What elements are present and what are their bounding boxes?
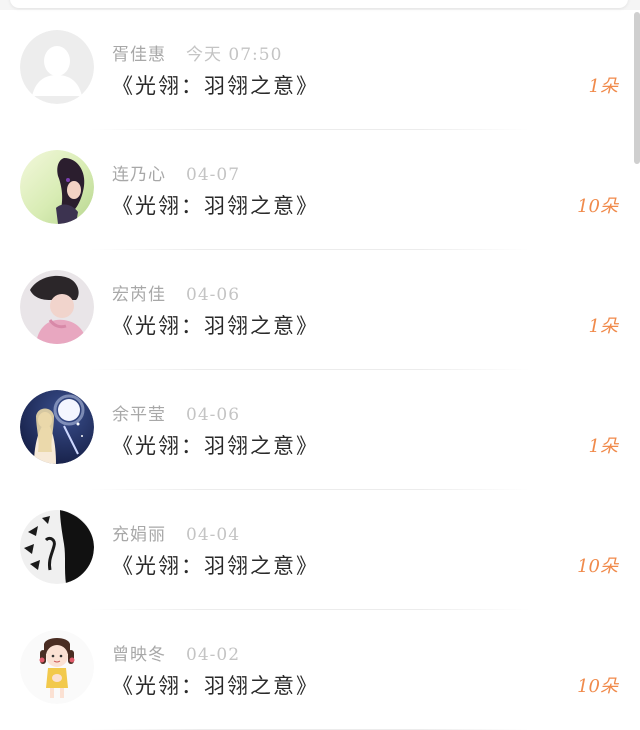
black-white-art-avatar-icon[interactable] bbox=[20, 510, 94, 584]
list-item[interactable]: 连乃心 04-07 《光翎：羽翎之意》 10朵 bbox=[0, 130, 640, 250]
sender-meta: 曾映冬 04-02 bbox=[112, 640, 240, 665]
sender-meta: 余平莹 04-06 bbox=[112, 400, 240, 425]
sender-name: 宏芮佳 bbox=[112, 285, 166, 305]
flower-count: 10朵 bbox=[577, 676, 618, 697]
flower-count: 1朵 bbox=[588, 76, 618, 97]
default-user-avatar-icon[interactable] bbox=[20, 30, 94, 104]
work-title[interactable]: 《光翎：羽翎之意》 bbox=[112, 70, 319, 100]
cartoon-girl-avatar-icon[interactable] bbox=[20, 630, 94, 704]
list-item[interactable]: 充娟丽 04-04 《光翎：羽翎之意》 10朵 bbox=[0, 490, 640, 610]
sender-name: 曾映冬 bbox=[112, 645, 166, 665]
sent-time: 04-04 bbox=[186, 525, 241, 545]
sender-meta: 胥佳惠 今天 07:50 bbox=[112, 40, 282, 65]
work-title[interactable]: 《光翎：羽翎之意》 bbox=[112, 550, 319, 580]
sender-name: 充娟丽 bbox=[112, 525, 166, 545]
work-title[interactable]: 《光翎：羽翎之意》 bbox=[112, 430, 319, 460]
sender-name: 余平莹 bbox=[112, 405, 166, 425]
sent-time: 04-06 bbox=[186, 285, 241, 305]
list-item[interactable]: 余平莹 04-06 《光翎：羽翎之意》 1朵 bbox=[0, 370, 640, 490]
sender-name: 连乃心 bbox=[112, 165, 166, 185]
sent-time: 04-06 bbox=[186, 405, 241, 425]
flower-count: 10朵 bbox=[577, 556, 618, 577]
sender-meta: 连乃心 04-07 bbox=[112, 160, 240, 185]
list-item[interactable]: 胥佳惠 今天 07:50 《光翎：羽翎之意》 1朵 bbox=[0, 10, 640, 130]
work-title[interactable]: 《光翎：羽翎之意》 bbox=[112, 190, 319, 220]
gift-list: 胥佳惠 今天 07:50 《光翎：羽翎之意》 1朵 连乃心 04-07 《光翎：… bbox=[0, 10, 640, 730]
sender-name: 胥佳惠 bbox=[112, 45, 166, 65]
sent-time: 04-02 bbox=[186, 645, 241, 665]
flower-count: 1朵 bbox=[588, 316, 618, 337]
flower-count: 1朵 bbox=[588, 436, 618, 457]
child-photo-avatar-icon[interactable] bbox=[20, 270, 94, 344]
work-title[interactable]: 《光翎：羽翎之意》 bbox=[112, 670, 319, 700]
sent-time: 今天 07:50 bbox=[186, 45, 283, 65]
flower-count: 10朵 bbox=[577, 196, 618, 217]
sender-meta: 宏芮佳 04-06 bbox=[112, 280, 240, 305]
work-title[interactable]: 《光翎：羽翎之意》 bbox=[112, 310, 319, 340]
scrollbar[interactable] bbox=[634, 12, 640, 164]
moon-fairy-avatar-icon[interactable] bbox=[20, 390, 94, 464]
list-item[interactable]: 曾映冬 04-02 《光翎：羽翎之意》 10朵 bbox=[0, 610, 640, 730]
girl-photo-avatar-icon[interactable] bbox=[20, 150, 94, 224]
sent-time: 04-07 bbox=[186, 165, 241, 185]
sender-meta: 充娟丽 04-04 bbox=[112, 520, 240, 545]
header-card bbox=[10, 0, 628, 8]
list-item[interactable]: 宏芮佳 04-06 《光翎：羽翎之意》 1朵 bbox=[0, 250, 640, 370]
